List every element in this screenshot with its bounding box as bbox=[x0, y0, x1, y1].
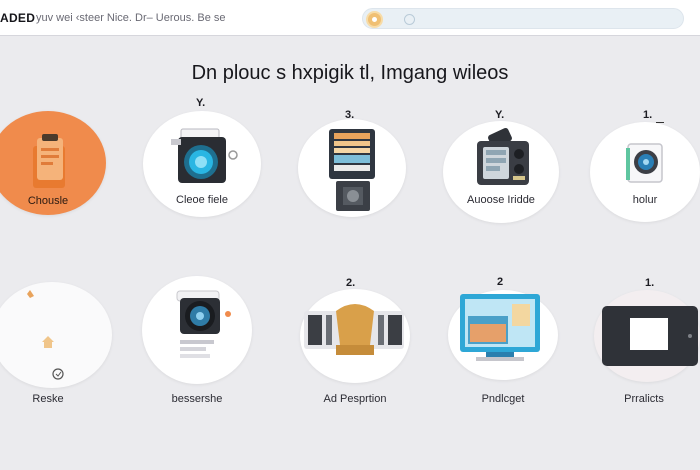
tile-document-stack[interactable] bbox=[298, 119, 406, 217]
tile-ad-pesprtion[interactable] bbox=[300, 289, 410, 383]
breadcrumb: yuv wei ‹steer Nice. Dr– Uerous. Be se bbox=[36, 12, 226, 24]
tile-prralicts[interactable] bbox=[594, 290, 700, 382]
tile-label: holur bbox=[632, 194, 658, 206]
tile-label: Pndlcget bbox=[481, 393, 525, 405]
tile-holur[interactable]: holur bbox=[590, 122, 700, 222]
tile-reske[interactable] bbox=[0, 282, 112, 388]
tile-label: Chousle bbox=[27, 195, 69, 207]
decoration-icon bbox=[27, 290, 64, 380]
tile-cleoe-fiele[interactable]: Cleoe fiele bbox=[143, 111, 261, 217]
tile-marker: Y. bbox=[495, 109, 505, 121]
monitor-icon bbox=[460, 294, 540, 361]
tile-marker: 2 bbox=[497, 276, 504, 288]
webcam-icon bbox=[626, 143, 663, 183]
tile-auoose-iridde[interactable]: Auoose Iridde bbox=[443, 121, 559, 223]
tile-label: Auoose Iridde bbox=[467, 194, 535, 206]
tile-marker: 1. bbox=[643, 109, 653, 121]
document-stack-icon bbox=[329, 129, 375, 211]
tile-label: Ad Pesprtion bbox=[323, 393, 387, 405]
profile-orb-icon[interactable] bbox=[366, 11, 383, 28]
search-bar[interactable] bbox=[362, 8, 684, 29]
control-panel-icon bbox=[477, 127, 529, 185]
tile-marker: 1. bbox=[645, 277, 655, 289]
search-icon bbox=[404, 14, 415, 25]
page-title: Dn plouc s hxpigik tl, Imgang wileos bbox=[191, 62, 509, 84]
tile-marker: 2. bbox=[346, 277, 356, 289]
app-brand: ADED bbox=[0, 11, 36, 25]
tile-label: Cleoe fiele bbox=[176, 194, 228, 206]
camera-icon bbox=[176, 290, 231, 358]
tile-label: Prralicts bbox=[624, 393, 664, 405]
tile-label: bessershe bbox=[171, 393, 223, 405]
tile-bessershe[interactable] bbox=[142, 276, 252, 384]
tile-chousle[interactable]: Chousle bbox=[0, 111, 106, 215]
top-bar: ADED yuv wei ‹steer Nice. Dr– Uerous. Be… bbox=[0, 0, 700, 36]
tile-pndlcget[interactable] bbox=[448, 290, 558, 380]
tablet-icon bbox=[602, 306, 698, 366]
tile-label: Reske bbox=[32, 393, 64, 405]
tile-marker: Y. bbox=[196, 97, 206, 109]
search-input[interactable] bbox=[421, 12, 671, 26]
stand-icon bbox=[304, 304, 404, 355]
